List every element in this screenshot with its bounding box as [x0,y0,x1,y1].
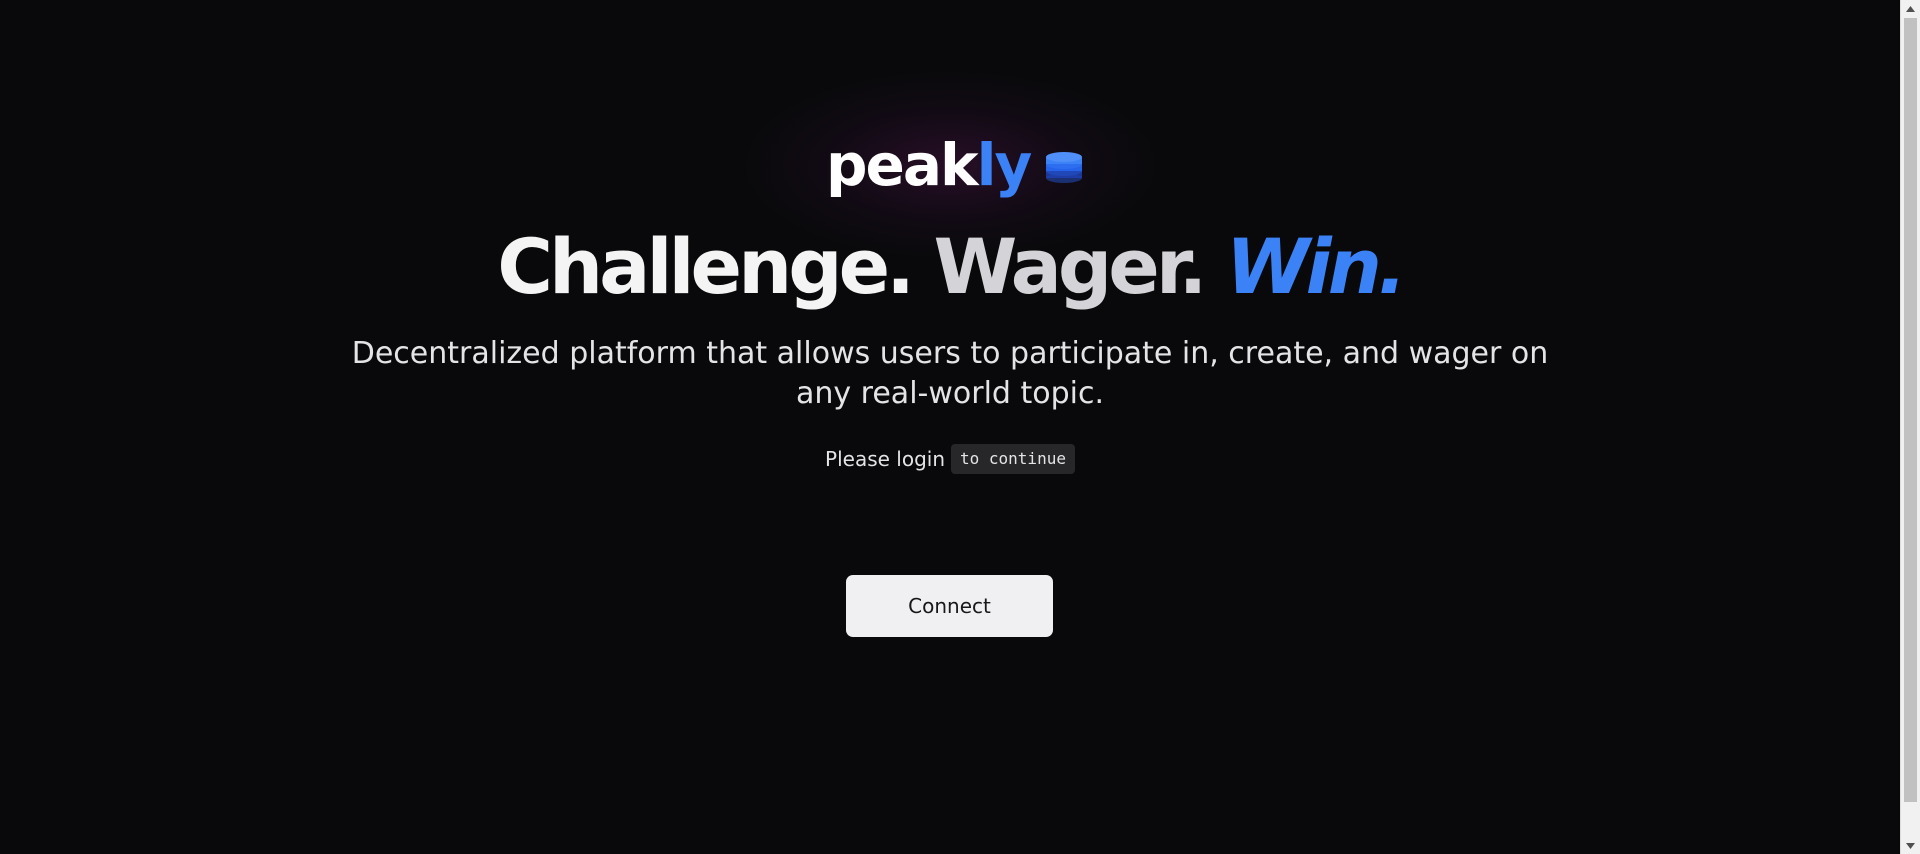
login-prompt-text: Please login [825,447,945,471]
headline-challenge: Challenge. [497,222,915,311]
scroll-down-arrow-icon[interactable] [1901,837,1920,854]
brand-name-main: peak [826,131,979,199]
page: peakly Challenge. Wager. Win. Decentrali… [0,0,1920,854]
hero-headline: Challenge. Wager. Win. [0,225,1900,309]
brand-name-accent: ly [976,131,1033,199]
brand-name: peakly [826,136,1032,194]
headline-wager: Wager. [933,222,1208,311]
scroll-up-arrow-icon[interactable] [1901,0,1920,17]
hero-subtitle: Decentralized platform that allows users… [351,336,1549,411]
scrollbar-thumb[interactable] [1904,18,1917,802]
main-content: peakly Challenge. Wager. Win. Decentrali… [0,0,1900,854]
login-prompt-code: to continue [951,444,1075,474]
coin-stack-icon [1046,152,1083,183]
vertical-scrollbar[interactable] [1900,0,1920,854]
login-prompt: Please login to continue [0,444,1900,474]
brand-logo: peakly [826,125,1084,205]
connect-button[interactable]: Connect [846,575,1053,637]
headline-win: Win. [1225,222,1407,311]
